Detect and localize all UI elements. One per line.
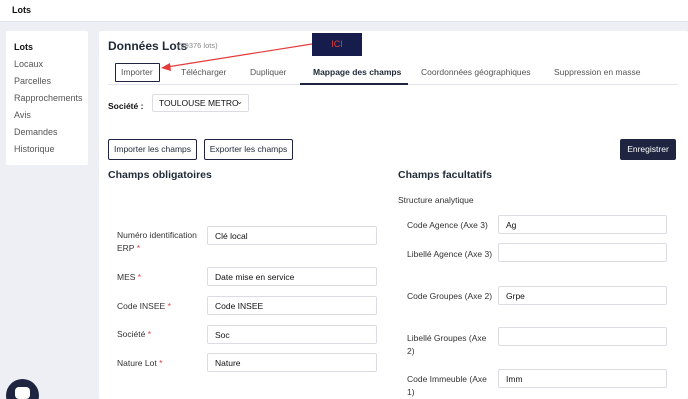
field-input-libelle-agence[interactable]: [498, 243, 667, 262]
chat-launcher-button[interactable]: [6, 379, 39, 399]
field-input-libelle-groupes[interactable]: [498, 327, 667, 346]
sidebar-item-parcelles[interactable]: Parcelles: [14, 76, 51, 86]
field-label-mes: MES *: [117, 272, 142, 282]
chevron-down-icon: ⌄: [236, 97, 243, 106]
save-button[interactable]: Enregistrer: [620, 139, 676, 160]
field-input-nature-lot[interactable]: Nature: [207, 353, 377, 372]
field-input-code-groupes[interactable]: Grpe: [498, 286, 667, 305]
tab-suppression-en-masse[interactable]: Suppression en masse: [554, 67, 640, 77]
societe-select-value: TOULOUSE METRO: [159, 98, 239, 108]
field-label-code-groupes: Code Groupes (Axe 2): [407, 291, 493, 301]
required-fields-title: Champs obligatoires: [108, 169, 212, 181]
sidebar: Lots Locaux Parcelles Rapprochements Avi…: [6, 31, 88, 165]
sidebar-item-locaux[interactable]: Locaux: [14, 59, 43, 69]
societe-select[interactable]: TOULOUSE METRO ⌄: [152, 94, 249, 112]
tab-importer[interactable]: Importer: [121, 67, 153, 77]
main-panel: Données Lots (39376 lots) ICI Importer T…: [99, 31, 688, 399]
field-input-code-insee[interactable]: Code INSEE: [207, 296, 377, 315]
sidebar-item-historique[interactable]: Historique: [14, 144, 55, 154]
active-tab-indicator: [300, 83, 408, 85]
field-label-libelle-agence: Libellé Agence (Axe 3): [407, 249, 493, 259]
field-input-code-agence[interactable]: Ag: [498, 215, 667, 234]
societe-label: Société :: [108, 101, 144, 111]
sidebar-item-avis[interactable]: Avis: [14, 110, 31, 120]
field-input-code-immeuble[interactable]: Imm: [498, 369, 667, 388]
tab-dupliquer[interactable]: Dupliquer: [250, 67, 286, 77]
import-fields-button[interactable]: Importer les champs: [108, 139, 197, 160]
tab-mappage-des-champs[interactable]: Mappage des champs: [313, 67, 401, 77]
tab-telecharger[interactable]: Télécharger: [181, 67, 226, 77]
tab-coordonnees-geographiques[interactable]: Coordonnées géographiques: [421, 67, 531, 77]
optional-fields-subtitle: Structure analytique: [398, 195, 474, 205]
export-fields-button[interactable]: Exporter les champs: [204, 139, 293, 160]
field-input-mes[interactable]: Date mise en service: [207, 267, 377, 286]
sidebar-item-demandes[interactable]: Demandes: [14, 127, 58, 137]
sidebar-item-rapprochements[interactable]: Rapprochements: [14, 93, 83, 103]
sidebar-item-lots[interactable]: Lots: [14, 42, 33, 52]
field-label-code-agence: Code Agence (Axe 3): [407, 220, 488, 230]
field-input-societe[interactable]: Soc: [207, 325, 377, 344]
field-label-societe: Société *: [117, 329, 152, 339]
field-label-libelle-groupes: Libellé Groupes (Axe 2): [407, 333, 487, 356]
field-label-nature-lot: Nature Lot *: [117, 358, 163, 368]
field-label-code-immeuble: Code Immeuble (Axe 1): [407, 374, 487, 397]
page-title: Lots: [12, 5, 31, 15]
chat-bubble-icon: [15, 387, 30, 399]
top-bar: Lots: [0, 0, 688, 22]
field-label-numero-erp: Numéro identification ERP *: [117, 230, 197, 253]
field-label-code-insee: Code INSEE *: [117, 301, 171, 311]
field-input-numero-erp[interactable]: Clé local: [207, 226, 377, 245]
optional-fields-title: Champs facultatifs: [398, 169, 492, 181]
